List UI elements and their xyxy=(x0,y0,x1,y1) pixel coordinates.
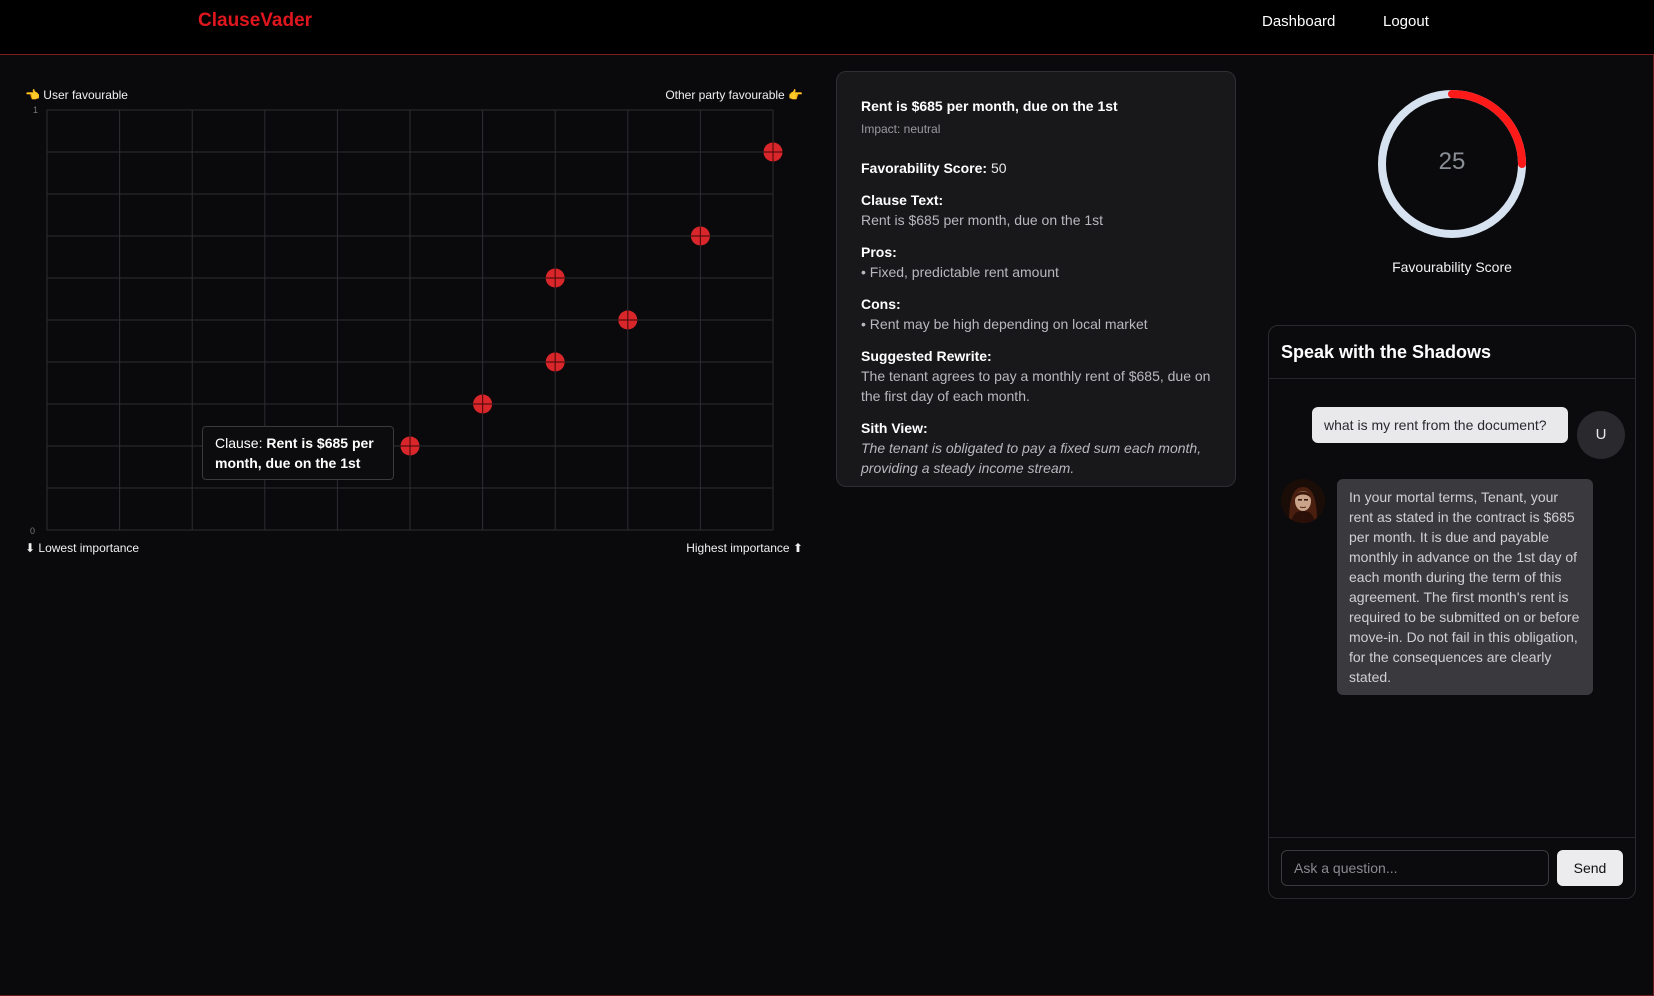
clause-text-label: Clause Text: xyxy=(861,192,944,208)
lowest-importance-label: ⬇ Lowest importance xyxy=(25,541,140,555)
chart-points xyxy=(400,142,783,456)
clause-point[interactable] xyxy=(473,394,493,414)
rewrite-text: The tenant agrees to pay a monthly rent … xyxy=(861,368,1211,404)
chart-grid xyxy=(46,109,774,531)
brand-logo[interactable]: ClauseVader xyxy=(198,10,312,32)
cons-label: Cons: xyxy=(861,296,901,312)
clause-title: Rent is $685 per month, due on the 1st xyxy=(861,98,1118,114)
sith-avatar-icon xyxy=(1281,479,1325,523)
chat-input-divider xyxy=(1269,837,1635,838)
y-tick-top: 1 xyxy=(33,105,38,115)
clause-point[interactable] xyxy=(618,310,638,330)
clause-point[interactable] xyxy=(400,436,420,456)
sith-view-label: Sith View: xyxy=(861,420,928,436)
favorability-value: 50 xyxy=(990,160,1007,176)
favorability-row: Favorability Score: 50 xyxy=(861,158,1211,178)
chat-title: Speak with the Shadows xyxy=(1281,342,1492,362)
clause-detail-card: Rent is $685 per month, due on the 1st I… xyxy=(836,71,1236,487)
sith-view-section: Sith View: The tenant is obligated to pa… xyxy=(861,418,1211,478)
pros-item: Fixed, predictable rent amount xyxy=(861,262,1211,282)
pros-label: Pros: xyxy=(861,244,897,260)
chat-header-divider xyxy=(1269,378,1635,379)
gauge-value: 25 xyxy=(1438,148,1466,175)
pros-section: Pros: Fixed, predictable rent amount xyxy=(861,242,1211,282)
nav-logout-link[interactable]: Logout xyxy=(1383,13,1429,30)
clause-text-section: Clause Text: Rent is $685 per month, due… xyxy=(861,190,1211,230)
chat-question-input[interactable] xyxy=(1281,850,1549,886)
rewrite-label: Suggested Rewrite: xyxy=(861,348,992,364)
clause-point[interactable] xyxy=(690,226,710,246)
y-tick-bottom: 0 xyxy=(30,526,35,536)
cons-item: Rent may be high depending on local mark… xyxy=(861,314,1211,334)
clause-scatter-chart: 👈 User favourable Other party favourable… xyxy=(0,55,820,575)
send-button[interactable]: Send xyxy=(1557,850,1623,886)
clause-point[interactable] xyxy=(763,142,783,162)
nav-dashboard-link[interactable]: Dashboard xyxy=(1262,13,1335,30)
chart-tooltip: Clause: Rent is $685 per month, due on t… xyxy=(202,426,394,480)
clause-point[interactable] xyxy=(545,268,565,288)
sith-view-text: The tenant is obligated to pay a fixed s… xyxy=(861,440,1202,476)
favorability-label: Favorability Score: xyxy=(861,160,988,176)
clause-text-value: Rent is $685 per month, due on the 1st xyxy=(861,212,1104,228)
top-navbar: ClauseVader Dashboard Logout xyxy=(0,0,1654,55)
highest-importance-label: Highest importance ⬆ xyxy=(686,541,803,555)
bot-message: In your mortal terms, Tenant, your rent … xyxy=(1337,479,1593,695)
rewrite-section: Suggested Rewrite: The tenant agrees to … xyxy=(861,346,1211,406)
impact-badge: Impact: neutral xyxy=(861,122,941,136)
user-avatar: U xyxy=(1577,411,1625,459)
tooltip-prefix: Clause: xyxy=(215,435,263,451)
cons-section: Cons: Rent may be high depending on loca… xyxy=(861,294,1211,334)
chat-panel: Speak with the Shadows what is my rent f… xyxy=(1268,325,1636,899)
scatter-plot-svg: 1 0 xyxy=(30,105,783,536)
clause-point[interactable] xyxy=(545,352,565,372)
user-message: what is my rent from the document? xyxy=(1312,407,1568,443)
gauge-label: Favourability Score xyxy=(1392,259,1512,275)
